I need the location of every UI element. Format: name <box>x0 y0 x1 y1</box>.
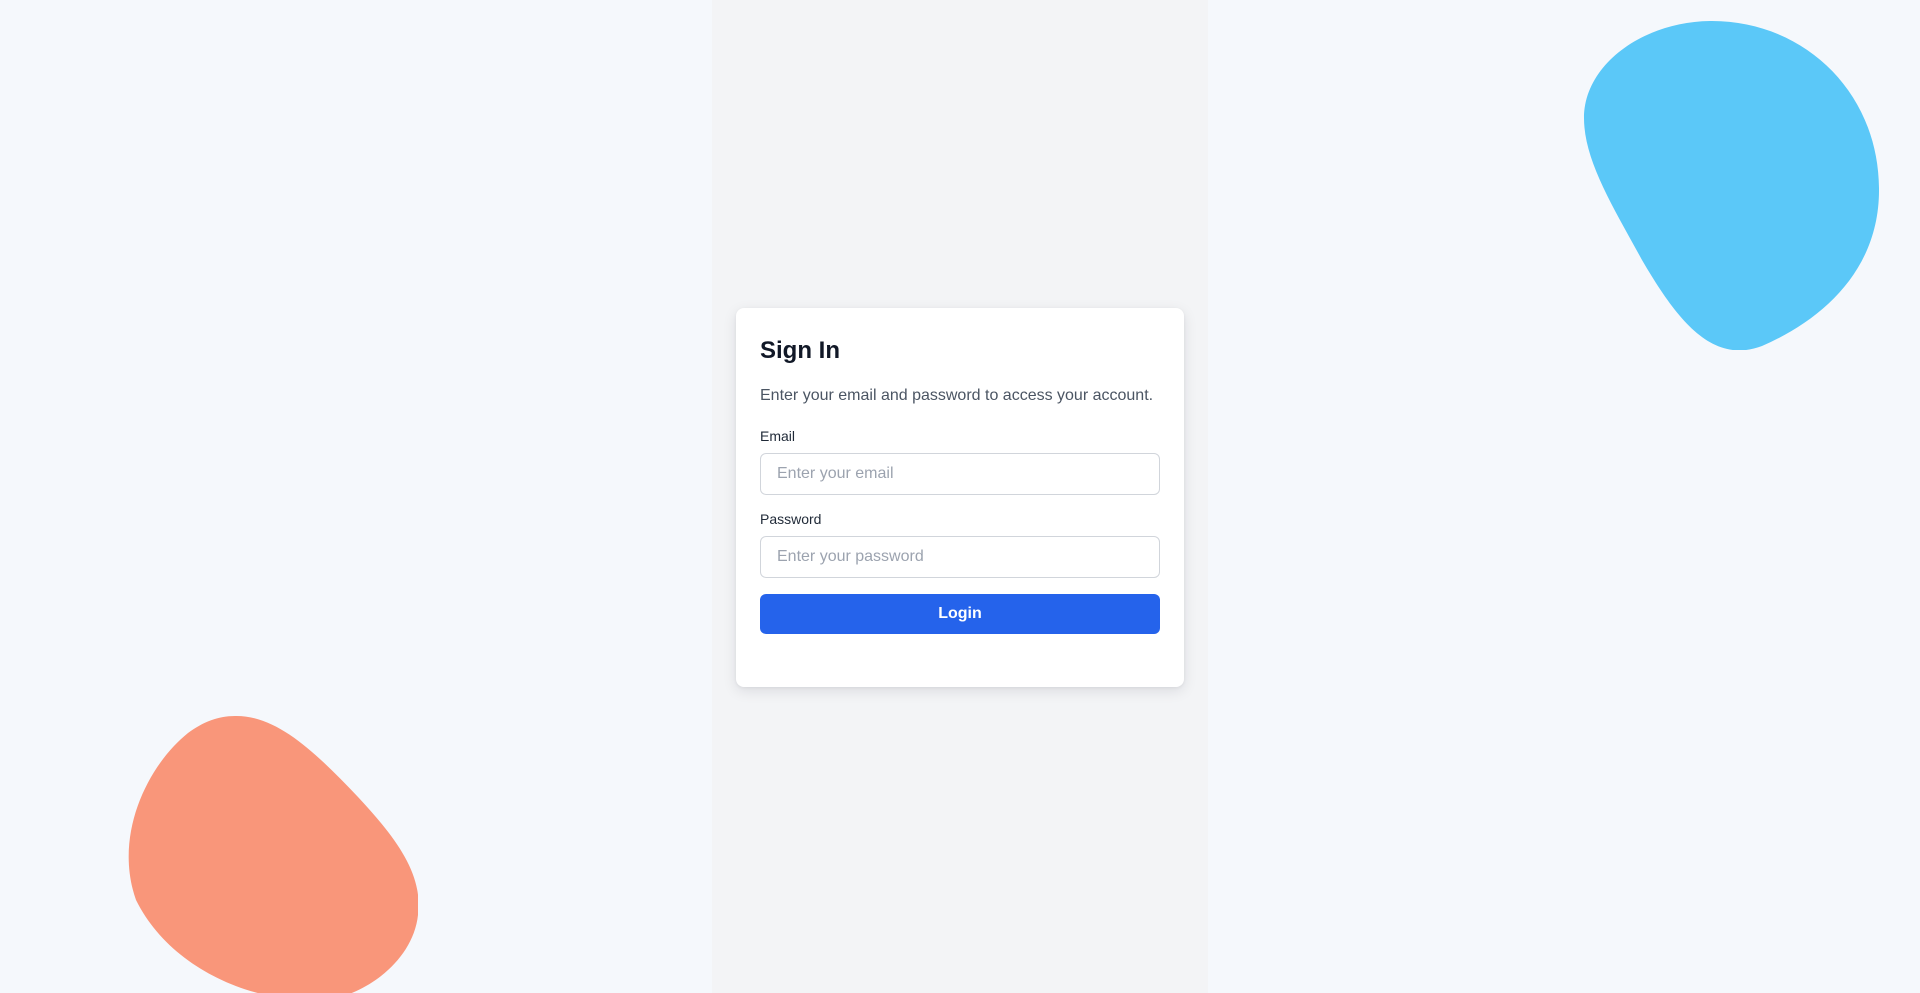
password-field[interactable] <box>760 536 1160 578</box>
login-button[interactable]: Login <box>760 594 1160 634</box>
email-field[interactable] <box>760 453 1160 495</box>
email-label: Email <box>760 428 796 444</box>
orange-blob-decoration <box>128 715 418 993</box>
sign-in-card: Sign In Enter your email and password to… <box>736 308 1184 687</box>
sign-in-title: Sign In <box>760 337 840 364</box>
blue-blob-decoration <box>1584 20 1880 350</box>
sign-in-form: Email Password Login <box>760 426 1160 634</box>
login-page: { "colors": { "page_background": "#f5f8f… <box>0 0 1920 993</box>
sign-in-subtitle: Enter your email and password to access … <box>760 387 1154 404</box>
password-label: Password <box>760 511 822 527</box>
